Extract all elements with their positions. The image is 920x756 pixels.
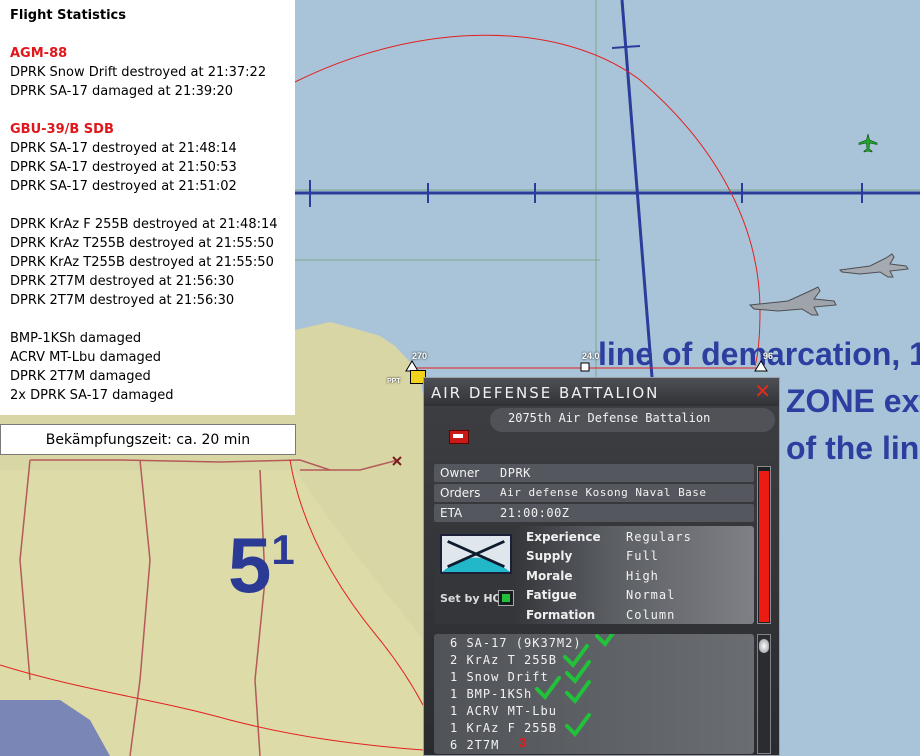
map-target-marker[interactable] [391,455,403,467]
supply-label: Supply [526,549,573,563]
fatigue-label: Fatigue [526,588,577,602]
fatigue-value: Normal [626,588,676,602]
green-check-icon [565,680,591,705]
stats-line: ACRV MT-Lbu damaged [10,350,161,365]
list-item[interactable]: 1 ACRV MT-Lbu [450,704,557,718]
list-item[interactable]: 2 KrAz T 255B [450,653,557,667]
ppt-label: PPT [387,378,401,385]
unit-info-panel[interactable]: AIR DEFENSE BATTALION ✕ 2075th Air Defen… [423,377,780,756]
orders-row: Orders Air defense Kosong Naval Base [434,484,754,502]
eta-row: ETA 21:00:00Z [434,504,754,522]
zone-number-main: 5 [228,521,272,609]
formation-value: Column [626,608,676,622]
stats-line: DPRK SA-17 destroyed at 21:48:14 [10,141,237,156]
stats-line: DPRK 2T7M destroyed at 21:56:30 [10,293,235,308]
stats-spacer [10,196,295,215]
stats-line: DPRK Snow Drift destroyed at 21:37:22 [10,65,267,80]
composition-scrollbar[interactable] [757,634,771,754]
eta-label: ETA [440,506,463,520]
list-item[interactable]: 1 BMP-1KSh [450,687,532,701]
stats-spacer [10,310,295,329]
stats-line: DPRK SA-17 damaged at 21:39:20 [10,84,234,99]
owner-value: DPRK [500,466,531,480]
stats-line: 2x DPRK SA-17 damaged [10,388,174,403]
zone-number-sup: 1 [271,526,295,573]
close-icon[interactable]: ✕ [754,379,773,403]
set-by-hq-label: Set by HQ [440,592,502,605]
stats-line: DPRK SA-17 destroyed at 21:50:53 [10,160,237,175]
annotation-number: 3 [519,735,527,750]
eta-value: 21:00:00Z [500,506,570,520]
unit-composition-list[interactable]: 6 SA-17 (9K37M2) 2 KrAz T 255B 1 Snow Dr… [434,634,754,754]
panel-title: AIR DEFENSE BATTALION [431,384,660,402]
list-item[interactable]: 1 KrAz F 255B [450,721,557,735]
weapon-heading: AGM-88 [10,46,68,61]
aircraft-icon[interactable] [858,133,878,153]
f16-jet-icon [748,286,837,316]
unit-name: 2075th Air Defense Battalion [490,408,775,432]
orders-value: Air defense Kosong Naval Base [500,486,707,499]
list-item[interactable]: 6 2T7M [450,738,499,752]
demarcation-label-3: of the line [786,430,920,466]
stats-line: DPRK 2T7M destroyed at 21:56:30 [10,274,235,289]
air-defense-emblem-icon [440,534,512,574]
orders-label: Orders [440,486,481,500]
set-by-hq-checkbox[interactable] [498,590,514,606]
morale-label: Morale [526,569,573,583]
weapon-heading: GBU-39/B SDB [10,122,114,137]
stats-line: DPRK KrAz T255B destroyed at 21:55:50 [10,236,274,251]
experience-value: Regulars [626,530,692,544]
nation-flag-icon [449,430,469,444]
owner-label: Owner [440,466,480,480]
demarcation-label-2: ZONE ext [786,383,920,419]
stats-line: DPRK KrAz T255B destroyed at 21:55:50 [10,255,274,270]
stats-line: DPRK SA-17 destroyed at 21:51:02 [10,179,237,194]
supply-value: Full [626,549,659,563]
engagement-time-box: Bekämpfungszeit: ca. 20 min [0,424,296,455]
unit-strength-fill [759,471,769,622]
stats-line: BMP-1KSh damaged [10,331,142,346]
green-check-icon [535,676,561,701]
f16-jet-icon-2 [838,253,909,278]
flight-statistics-panel: Flight Statistics AGM-88 DPRK Snow Drift… [0,0,295,415]
waypoint-marker-96[interactable] [754,360,768,372]
waypoint-marker-240[interactable] [580,362,590,372]
green-check-icon [565,713,591,738]
stats-line: DPRK KrAz F 255B destroyed at 21:48:14 [10,217,278,232]
morale-value: High [626,569,659,583]
formation-label: Formation [526,608,596,622]
green-check-icon [595,634,615,648]
stats-title: Flight Statistics [10,8,126,23]
unit-status-box: Set by HQ Experience Regulars Supply Ful… [434,526,754,624]
owner-row: Owner DPRK [434,464,754,482]
zone-number: 51 [228,520,295,611]
stats-spacer [10,101,295,120]
experience-label: Experience [526,530,601,544]
panel-header[interactable]: AIR DEFENSE BATTALION ✕ [424,378,779,406]
stats-line: DPRK 2T7M damaged [10,369,151,384]
scrollbar-knob[interactable] [759,639,769,653]
unit-strength-bar [757,466,771,624]
waypoint-240-label: 24.0 [582,351,600,361]
